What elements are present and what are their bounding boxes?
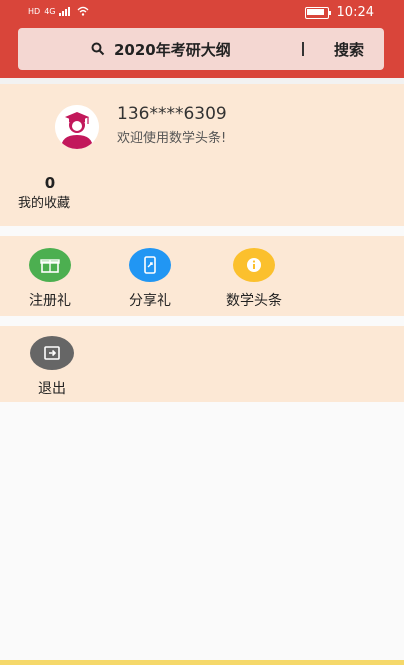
math-news-label: 数学头条: [226, 293, 282, 309]
favorites-count[interactable]: 0: [30, 174, 70, 192]
status-right: 10:24: [304, 5, 374, 20]
actions-card: 注册礼 分享礼 数学头条: [0, 236, 404, 316]
register-gift-label: 注册礼: [29, 293, 71, 309]
search-divider: [302, 42, 304, 56]
logout-button[interactable]: 退出: [22, 336, 82, 398]
search-button[interactable]: 搜索: [334, 39, 364, 60]
avatar[interactable]: [55, 105, 99, 149]
search-input[interactable]: 2020年考研大纲: [114, 39, 231, 60]
logout-card: 退出: [0, 326, 404, 402]
bottom-bar: [0, 660, 404, 665]
math-news-button[interactable]: 数学头条: [214, 248, 294, 310]
register-gift-button[interactable]: 注册礼: [10, 248, 90, 310]
network-badge: 4G: [44, 6, 56, 16]
search-icon: [91, 42, 105, 56]
wifi-icon: [78, 6, 89, 16]
favorites-label[interactable]: 我的收藏: [18, 192, 70, 211]
share-icon: [129, 248, 171, 282]
graduate-avatar-icon: [55, 105, 99, 149]
logout-icon: [30, 336, 74, 370]
battery-icon: [304, 6, 331, 19]
signal-icon: [59, 6, 73, 16]
welcome-text: 欢迎使用数学头条!: [117, 131, 227, 146]
header: 2020年考研大纲 搜索: [0, 26, 404, 78]
status-bar: HD 4G 10:24: [0, 0, 404, 26]
share-gift-button[interactable]: 分享礼: [110, 248, 190, 310]
status-left: HD 4G: [28, 6, 89, 16]
logout-label: 退出: [38, 381, 66, 397]
gift-icon: [29, 248, 71, 282]
profile-card: 136****6309 欢迎使用数学头条! 0 我的收藏: [0, 84, 404, 226]
user-phone: 136****6309: [117, 104, 227, 124]
share-gift-label: 分享礼: [129, 293, 171, 309]
search-bar[interactable]: 2020年考研大纲 搜索: [18, 28, 384, 70]
hd-badge: HD: [28, 6, 41, 16]
status-time: 10:24: [336, 5, 374, 20]
info-icon: [233, 248, 275, 282]
